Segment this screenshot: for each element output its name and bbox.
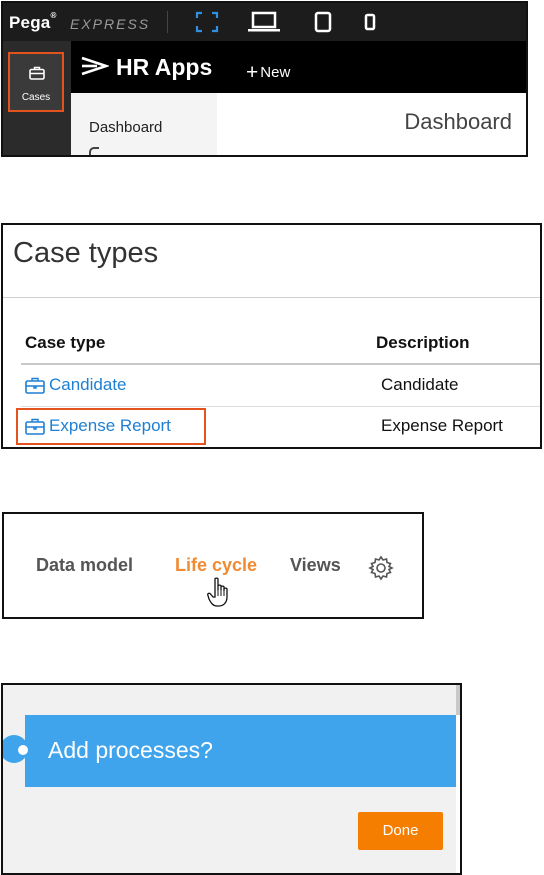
description-cell: Expense Report [381,416,503,435]
laptop-icon[interactable] [247,11,281,33]
column-header-case-type: Case type [25,333,106,352]
tab-life-cycle[interactable]: Life cycle [175,555,257,576]
fullscreen-icon[interactable] [195,11,219,33]
case-type-link-candidate[interactable]: Candidate [25,375,127,395]
app-studio-header-panel: Pega® EXPRESS Cases HR Apps + New Dashbo… [1,1,528,157]
case-types-panel: Case types Case type Description Candida… [1,223,542,449]
tab-views[interactable]: Views [290,555,341,576]
tablet-icon[interactable] [314,11,332,33]
phone-icon[interactable] [363,11,377,33]
gear-icon[interactable] [368,555,394,581]
product-name: EXPRESS [70,16,151,32]
main-content: Dashboard [217,93,526,155]
nav-item-partial [89,147,99,155]
case-designer-tabs-panel: Data model Life cycle Views [2,512,424,619]
case-types-title: Case types [13,237,159,269]
done-button[interactable]: Done [358,812,443,850]
brand-logo: Pega® [9,11,57,32]
navigation-panel: Dashboard [71,93,217,155]
add-processes-panel: Add processes? Done [1,683,462,875]
top-bar: Pega® EXPRESS [3,3,526,41]
new-button[interactable]: + New [246,59,290,84]
plus-icon: + [246,61,259,84]
briefcase-icon [29,66,45,80]
scrollbar-thumb[interactable] [456,685,460,715]
app-title: HR Apps [116,54,213,80]
banner-text: Add processes? [48,737,213,763]
left-sidebar: Cases [3,41,71,155]
app-header: HR Apps + New [71,41,526,93]
divider [3,297,540,298]
page-title: Dashboard [404,109,512,134]
app-logo-icon [79,56,109,78]
highlight-box [16,408,206,445]
hand-cursor-icon [207,577,233,609]
bullet-icon [18,745,28,755]
cases-label: Cases [21,92,51,103]
table-row: Candidate Candidate [21,366,540,406]
description-cell: Candidate [381,375,459,394]
briefcase-icon [25,377,45,394]
nav-item-dashboard[interactable]: Dashboard [89,119,162,136]
column-header-description: Description [376,333,470,352]
header-divider [21,363,540,365]
divider [167,11,168,33]
cases-button[interactable]: Cases [8,52,64,112]
tab-data-model[interactable]: Data model [36,555,133,576]
